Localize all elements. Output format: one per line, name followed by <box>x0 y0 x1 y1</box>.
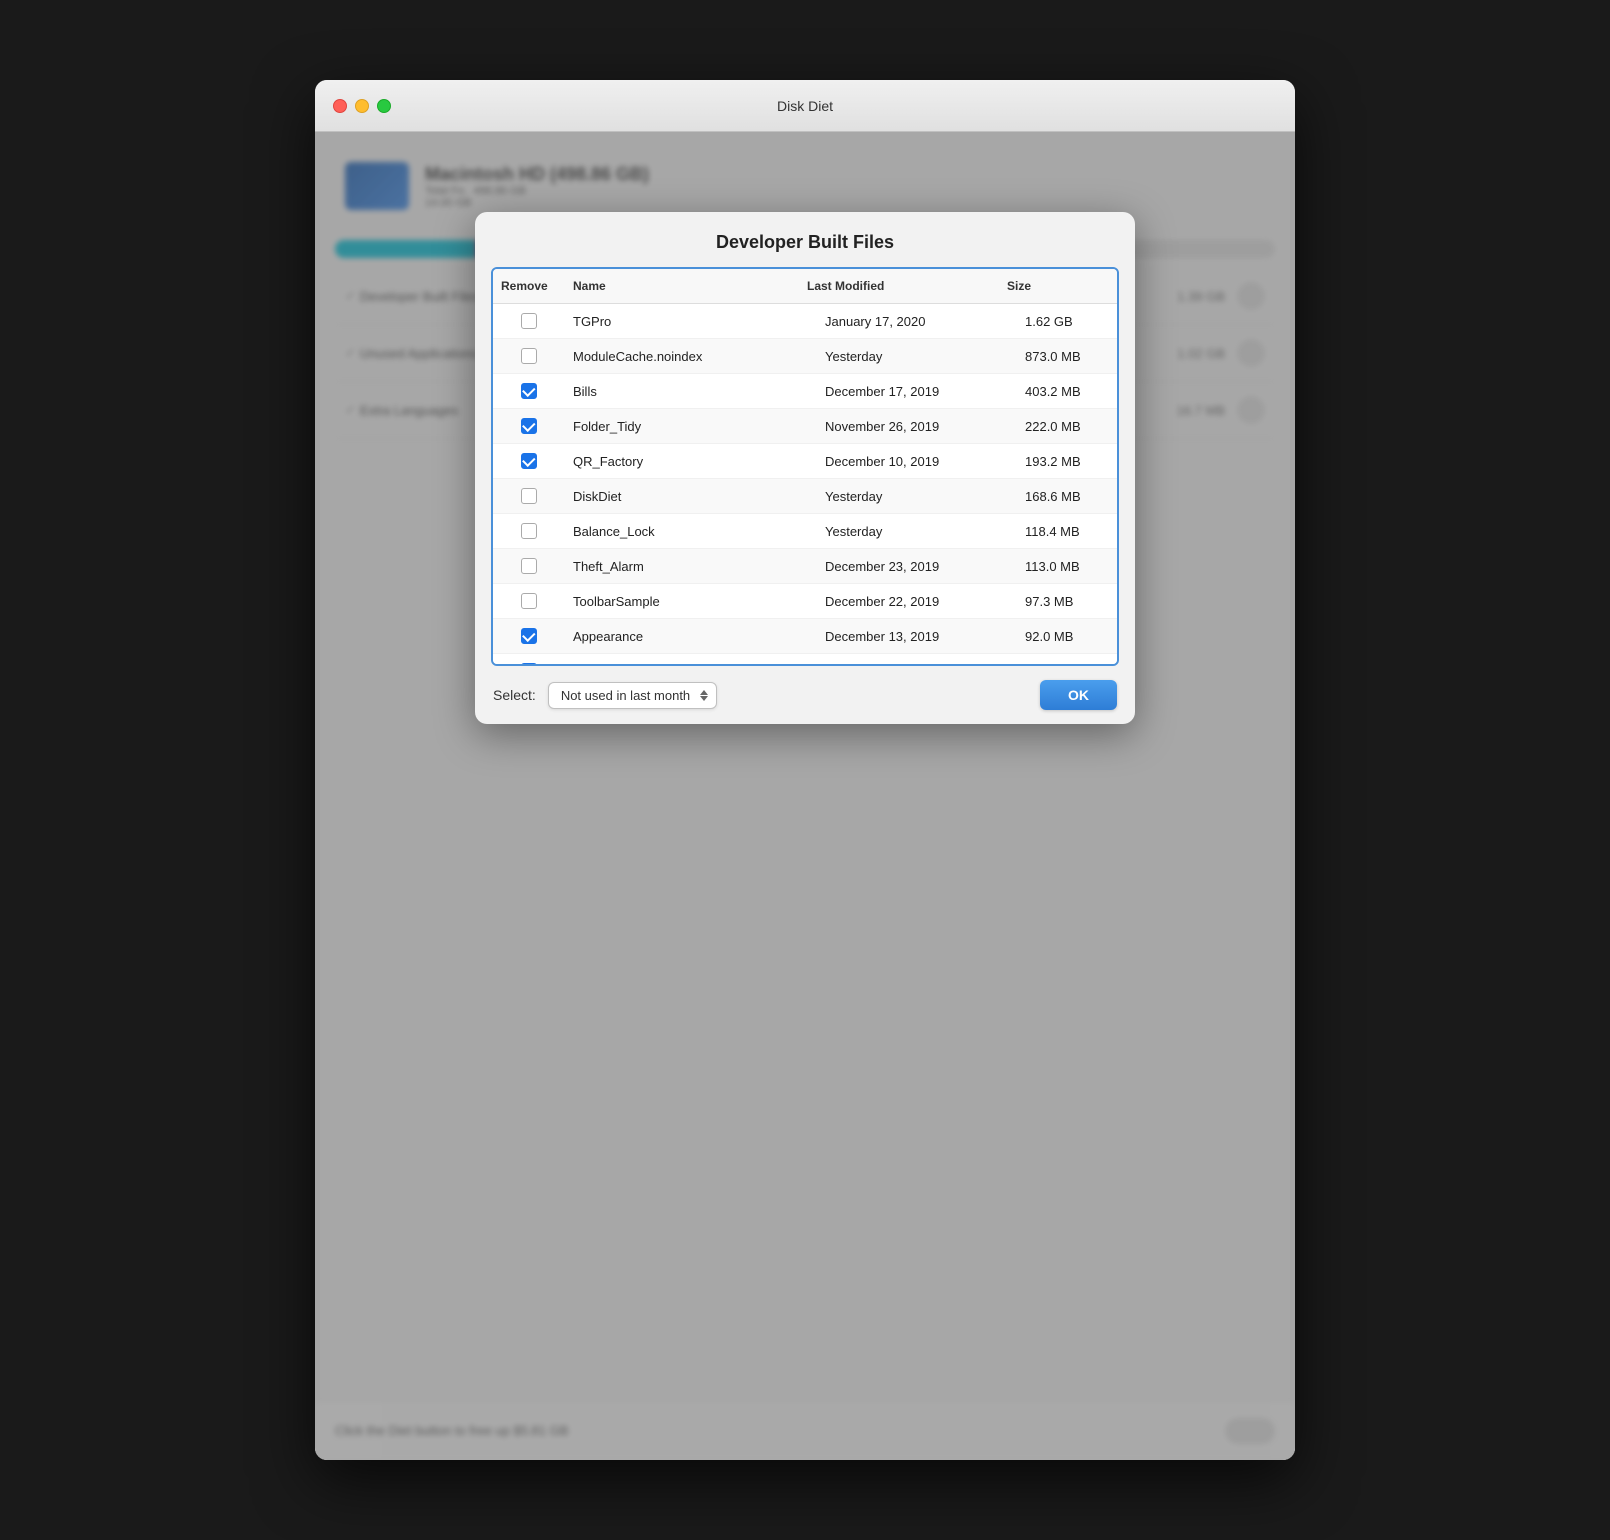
file-date: December 13, 2019 <box>817 624 1017 649</box>
table-row: Test2November 24, 201990.7 MB <box>493 654 1117 664</box>
table-row: QR_FactoryDecember 10, 2019193.2 MB <box>493 444 1117 479</box>
file-name: TGPro <box>565 309 817 334</box>
file-date: November 26, 2019 <box>817 414 1017 439</box>
file-checkbox[interactable] <box>521 453 537 469</box>
file-size: 222.0 MB <box>1017 414 1117 439</box>
checkbox-cell <box>493 518 565 544</box>
checkbox-cell <box>493 623 565 649</box>
file-size: 873.0 MB <box>1017 344 1117 369</box>
table-body: TGProJanuary 17, 20201.62 GBModuleCache.… <box>493 304 1117 664</box>
modal-footer: Select: Not used in last month OK <box>475 666 1135 724</box>
checkbox-cell <box>493 553 565 579</box>
col-header-modified: Last Modified <box>799 275 999 297</box>
dropdown-arrow-icon <box>700 690 708 701</box>
file-checkbox[interactable] <box>521 523 537 539</box>
file-name: ModuleCache.noindex <box>565 344 817 369</box>
checkbox-cell <box>493 343 565 369</box>
file-date: Yesterday <box>817 484 1017 509</box>
file-checkbox[interactable] <box>521 348 537 364</box>
file-name: DiskDiet <box>565 484 817 509</box>
file-checkbox[interactable] <box>521 663 537 664</box>
file-size: 403.2 MB <box>1017 379 1117 404</box>
file-date: December 10, 2019 <box>817 449 1017 474</box>
table-row: TGProJanuary 17, 20201.62 GB <box>493 304 1117 339</box>
file-date: Yesterday <box>817 519 1017 544</box>
file-size: 97.3 MB <box>1017 589 1117 614</box>
checkbox-cell <box>493 448 565 474</box>
table-row: Folder_TidyNovember 26, 2019222.0 MB <box>493 409 1117 444</box>
select-label: Select: <box>493 687 536 703</box>
dropdown-value: Not used in last month <box>561 688 690 703</box>
checkbox-cell <box>493 413 565 439</box>
file-size: 92.0 MB <box>1017 624 1117 649</box>
table-row: ToolbarSampleDecember 22, 201997.3 MB <box>493 584 1117 619</box>
filter-dropdown[interactable]: Not used in last month <box>548 682 717 709</box>
maximize-button[interactable] <box>377 99 391 113</box>
file-checkbox[interactable] <box>521 383 537 399</box>
file-table: Remove Name Last Modified Size TGProJanu… <box>491 267 1119 666</box>
file-name: Bills <box>565 379 817 404</box>
file-size: 1.62 GB <box>1017 309 1117 334</box>
table-row: AppearanceDecember 13, 201992.0 MB <box>493 619 1117 654</box>
file-size: 113.0 MB <box>1017 554 1117 579</box>
file-name: Test2 <box>565 659 817 665</box>
file-checkbox[interactable] <box>521 558 537 574</box>
file-date: December 17, 2019 <box>817 379 1017 404</box>
checkbox-cell <box>493 658 565 664</box>
ok-button[interactable]: OK <box>1040 680 1117 710</box>
traffic-lights <box>333 99 391 113</box>
file-date: January 17, 2020 <box>817 309 1017 334</box>
file-name: Theft_Alarm <box>565 554 817 579</box>
title-bar: Disk Diet <box>315 80 1295 132</box>
file-size: 90.7 MB <box>1017 659 1117 665</box>
table-row: BillsDecember 17, 2019403.2 MB <box>493 374 1117 409</box>
file-checkbox[interactable] <box>521 313 537 329</box>
table-header: Remove Name Last Modified Size <box>493 269 1117 304</box>
file-name: QR_Factory <box>565 449 817 474</box>
minimize-button[interactable] <box>355 99 369 113</box>
col-header-name: Name <box>565 275 799 297</box>
mac-window: Disk Diet Macintosh HD (498.86 GB) Total… <box>315 80 1295 1460</box>
dialog-title: Developer Built Files <box>475 212 1135 267</box>
checkbox-cell <box>493 378 565 404</box>
checkbox-cell <box>493 308 565 334</box>
table-row: ModuleCache.noindexYesterday873.0 MB <box>493 339 1117 374</box>
file-date: Yesterday <box>817 344 1017 369</box>
file-name: Appearance <box>565 624 817 649</box>
file-name: Folder_Tidy <box>565 414 817 439</box>
file-size: 193.2 MB <box>1017 449 1117 474</box>
file-name: ToolbarSample <box>565 589 817 614</box>
file-checkbox[interactable] <box>521 593 537 609</box>
file-date: December 23, 2019 <box>817 554 1017 579</box>
table-row: Balance_LockYesterday118.4 MB <box>493 514 1117 549</box>
close-button[interactable] <box>333 99 347 113</box>
modal-dialog: Developer Built Files Remove Name Last M… <box>475 212 1135 724</box>
file-name: Balance_Lock <box>565 519 817 544</box>
table-row: DiskDietYesterday168.6 MB <box>493 479 1117 514</box>
file-size: 168.6 MB <box>1017 484 1117 509</box>
checkbox-cell <box>493 588 565 614</box>
file-checkbox[interactable] <box>521 488 537 504</box>
checkbox-cell <box>493 483 565 509</box>
file-date: December 22, 2019 <box>817 589 1017 614</box>
file-checkbox[interactable] <box>521 418 537 434</box>
modal-overlay: Developer Built Files Remove Name Last M… <box>315 132 1295 1460</box>
window-content: Macintosh HD (498.86 GB) Total Fo. 498.8… <box>315 132 1295 1460</box>
col-header-size: Size <box>999 275 1099 297</box>
window-title: Disk Diet <box>777 98 833 114</box>
table-row: Theft_AlarmDecember 23, 2019113.0 MB <box>493 549 1117 584</box>
file-checkbox[interactable] <box>521 628 537 644</box>
file-date: November 24, 2019 <box>817 659 1017 665</box>
file-size: 118.4 MB <box>1017 519 1117 544</box>
col-header-remove: Remove <box>493 275 565 297</box>
